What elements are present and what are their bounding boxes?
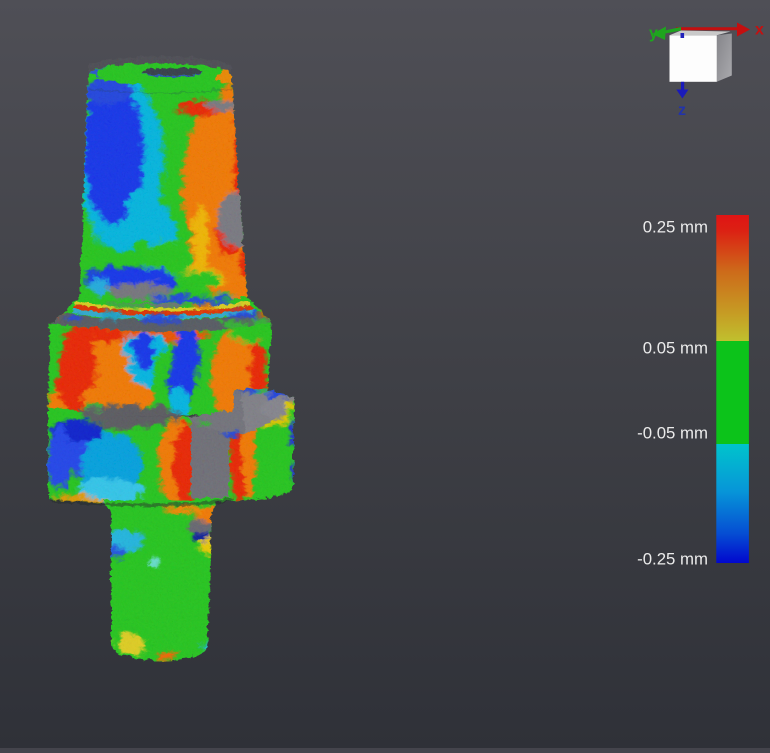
svg-text:0.25 mm: 0.25 mm (643, 218, 708, 237)
svg-text:-0.25 mm: -0.25 mm (637, 550, 708, 569)
svg-text:-0.05 mm: -0.05 mm (637, 424, 708, 443)
svg-text:x: x (755, 22, 764, 39)
svg-text:z: z (678, 102, 686, 119)
svg-text:0.05 mm: 0.05 mm (643, 339, 708, 358)
